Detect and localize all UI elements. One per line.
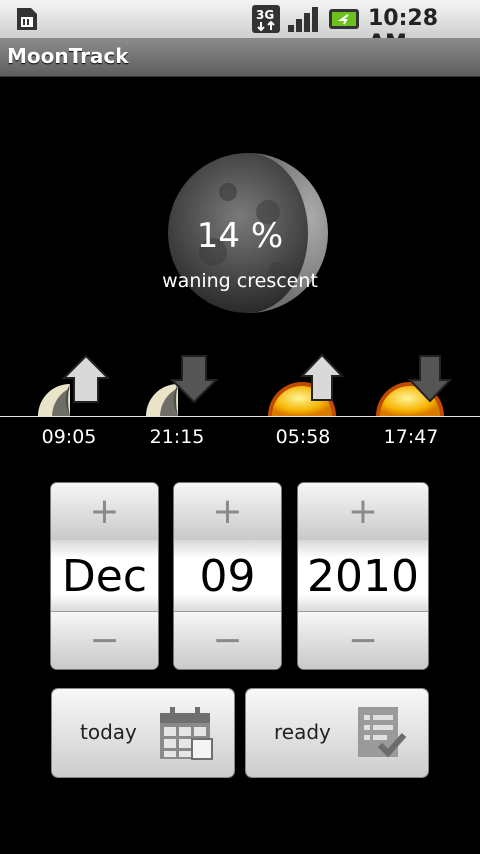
moonrise-icon: [38, 354, 110, 416]
today-button-label: today: [80, 720, 137, 744]
sunset-time: 17:47: [383, 426, 439, 448]
app-title: MoonTrack: [7, 44, 129, 68]
horizon-line: [0, 416, 480, 417]
ready-button-label: ready: [274, 720, 331, 744]
battery-icon: [329, 9, 359, 29]
month-spinner: + Dec −: [51, 483, 158, 669]
moonset-time: 21:15: [149, 426, 205, 448]
illumination-percent: 14 %: [196, 216, 284, 256]
day-value[interactable]: 09: [174, 540, 281, 612]
calendar-icon: [160, 707, 213, 760]
checklist-icon: [358, 707, 407, 758]
month-value[interactable]: Dec: [51, 540, 158, 612]
sunset-icon: [376, 355, 452, 416]
moon-phase-label: waning crescent: [162, 270, 318, 292]
ready-button[interactable]: ready: [246, 689, 428, 777]
year-increment-button[interactable]: +: [298, 483, 428, 541]
sim-icon: [17, 8, 37, 30]
app-title-bar: MoonTrack: [0, 38, 480, 77]
day-spinner: + 09 −: [174, 483, 281, 669]
month-decrement-button[interactable]: −: [51, 611, 158, 669]
sunrise-icon: [268, 353, 344, 416]
moonset-icon: [146, 355, 218, 416]
3g-icon: 3G: [252, 5, 280, 33]
today-button[interactable]: today: [52, 689, 234, 777]
day-increment-button[interactable]: +: [174, 483, 281, 541]
year-decrement-button[interactable]: −: [298, 611, 428, 669]
status-bar: 3G 10:28 AM: [0, 0, 480, 56]
moon-display: 14 % waning crescent: [0, 76, 480, 336]
signal-icon: [288, 7, 318, 32]
moonrise-time: 09:05: [41, 426, 97, 448]
month-increment-button[interactable]: +: [51, 483, 158, 541]
sunrise-time: 05:58: [275, 426, 331, 448]
year-value[interactable]: 2010: [298, 540, 428, 612]
svg-text:3G: 3G: [256, 8, 274, 22]
day-decrement-button[interactable]: −: [174, 611, 281, 669]
year-spinner: + 2010 −: [298, 483, 428, 669]
